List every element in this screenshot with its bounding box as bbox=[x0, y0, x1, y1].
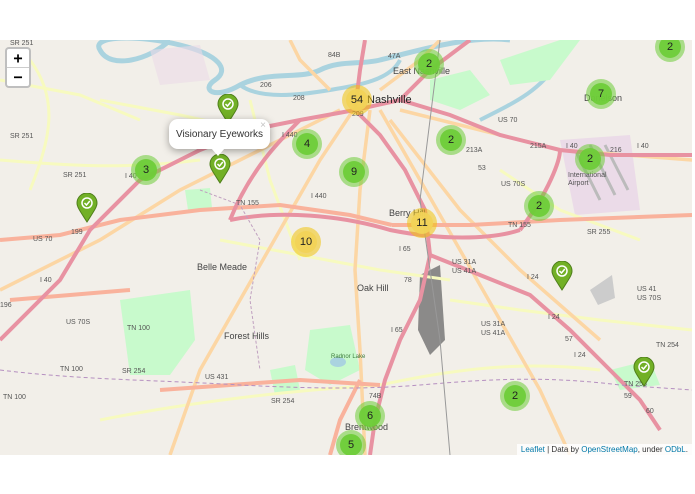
road-label: US 70S bbox=[501, 181, 526, 188]
road-label: US 31A bbox=[452, 259, 477, 266]
road-label: 215A bbox=[530, 143, 547, 150]
map-marker-pin[interactable] bbox=[76, 193, 98, 223]
marker-cluster[interactable]: 5 bbox=[336, 430, 366, 455]
road-label: 53 bbox=[478, 165, 486, 172]
label-airport: International Airport bbox=[568, 172, 607, 187]
industrial-nw bbox=[150, 45, 210, 85]
marker-cluster[interactable]: 3 bbox=[131, 155, 161, 185]
marker-cluster[interactable]: 6 bbox=[355, 401, 385, 431]
road-label: I 440 bbox=[311, 193, 327, 200]
zoom-in-button[interactable]: + bbox=[7, 49, 29, 67]
map-canvas[interactable]: + − Nashville East Nashville Donelson Be… bbox=[0, 40, 692, 455]
marker-cluster[interactable]: 10 bbox=[291, 227, 321, 257]
park-ne bbox=[430, 70, 490, 110]
road-label: I 40 bbox=[40, 277, 52, 284]
road-label: 78 bbox=[404, 277, 412, 284]
label-oak-hill: Oak Hill bbox=[357, 283, 389, 293]
road-label: 59 bbox=[624, 393, 632, 400]
road-label: SR 254 bbox=[122, 368, 146, 375]
road-label: I 24 bbox=[527, 274, 539, 281]
road-label: 57 bbox=[565, 336, 573, 343]
road-label: 213A bbox=[466, 147, 483, 154]
road-label: US 31A bbox=[481, 321, 506, 328]
road-label: 47A bbox=[388, 53, 401, 60]
road-label: SR 254 bbox=[271, 398, 295, 405]
leaflet-link[interactable]: Leaflet bbox=[521, 445, 545, 454]
marker-cluster[interactable]: 2 bbox=[414, 49, 444, 79]
marker-cluster[interactable]: 4 bbox=[292, 129, 322, 159]
odbl-link[interactable]: ODbL bbox=[665, 445, 686, 454]
park-w bbox=[185, 188, 212, 210]
zoom-out-button[interactable]: − bbox=[7, 67, 29, 86]
marker-cluster[interactable]: 2 bbox=[524, 191, 554, 221]
road-label: US 41A bbox=[452, 268, 477, 275]
road-label: SR 251 bbox=[10, 133, 34, 140]
road-label: TN 155 bbox=[508, 222, 531, 229]
road-label: SR 251 bbox=[10, 40, 34, 47]
label-belle-meade: Belle Meade bbox=[197, 262, 248, 272]
road-label: 206 bbox=[260, 82, 272, 89]
road-label: US 70 bbox=[33, 236, 53, 243]
quarry bbox=[590, 275, 615, 305]
popup-title: Visionary Eyeworks bbox=[175, 128, 264, 140]
road-label: US 431 bbox=[205, 374, 229, 381]
map-marker-pin[interactable] bbox=[209, 154, 231, 184]
marker-cluster[interactable]: 54 bbox=[342, 85, 372, 115]
road-label: TN 100 bbox=[60, 366, 83, 373]
marker-popup: Visionary Eyeworks × bbox=[169, 119, 270, 156]
park-river bbox=[500, 40, 580, 85]
park-area bbox=[120, 290, 195, 375]
road-label: 208 bbox=[293, 95, 305, 102]
road-label: I 24 bbox=[574, 352, 586, 359]
road-label: I 65 bbox=[391, 327, 403, 334]
zoom-control: + − bbox=[5, 47, 31, 88]
road-label: TN 155 bbox=[236, 200, 259, 207]
road-label: 74B bbox=[369, 393, 382, 400]
marker-cluster[interactable]: 7 bbox=[586, 79, 616, 109]
label-radnor-lake: Radnor Lake bbox=[331, 354, 366, 360]
marker-cluster[interactable]: 2 bbox=[575, 144, 605, 174]
popup-close-button[interactable]: × bbox=[260, 120, 266, 131]
road-label: TN 254 bbox=[656, 342, 679, 349]
road-label: US 70S bbox=[66, 319, 91, 326]
popup-tip bbox=[211, 148, 225, 156]
road-label: SR 251 bbox=[63, 172, 87, 179]
road-label: TN 100 bbox=[127, 325, 150, 332]
label-nashville: Nashville bbox=[367, 94, 412, 106]
road-label: I 65 bbox=[399, 246, 411, 253]
road-label: US 41 bbox=[637, 286, 657, 293]
openstreetmap-link[interactable]: OpenStreetMap bbox=[581, 445, 637, 454]
map-marker-pin[interactable] bbox=[633, 357, 655, 387]
road-label: 196 bbox=[0, 302, 12, 309]
road-label: 216 bbox=[610, 147, 622, 154]
marker-cluster[interactable]: 2 bbox=[500, 381, 530, 411]
road-label: US 41A bbox=[481, 330, 506, 337]
map-attribution: Leaflet | Data by OpenStreetMap, under O… bbox=[516, 444, 692, 455]
map-marker-pin[interactable] bbox=[551, 261, 573, 291]
road-label: SR 255 bbox=[587, 229, 611, 236]
road-label: US 70 bbox=[498, 117, 518, 124]
road-label: 60 bbox=[646, 408, 654, 415]
road-label: US 70S bbox=[637, 295, 662, 302]
road-label: TN 100 bbox=[3, 394, 26, 401]
road-label: I 24 bbox=[548, 314, 560, 321]
road-label: I 40 bbox=[637, 143, 649, 150]
marker-cluster[interactable]: 2 bbox=[436, 125, 466, 155]
road-label: 84B bbox=[328, 52, 341, 59]
marker-cluster[interactable]: 9 bbox=[339, 157, 369, 187]
label-forest-hills: Forest Hills bbox=[224, 331, 270, 341]
road-label: 199 bbox=[71, 229, 83, 236]
road-label: I 40 bbox=[566, 143, 578, 150]
marker-cluster[interactable]: 11 bbox=[407, 208, 437, 238]
